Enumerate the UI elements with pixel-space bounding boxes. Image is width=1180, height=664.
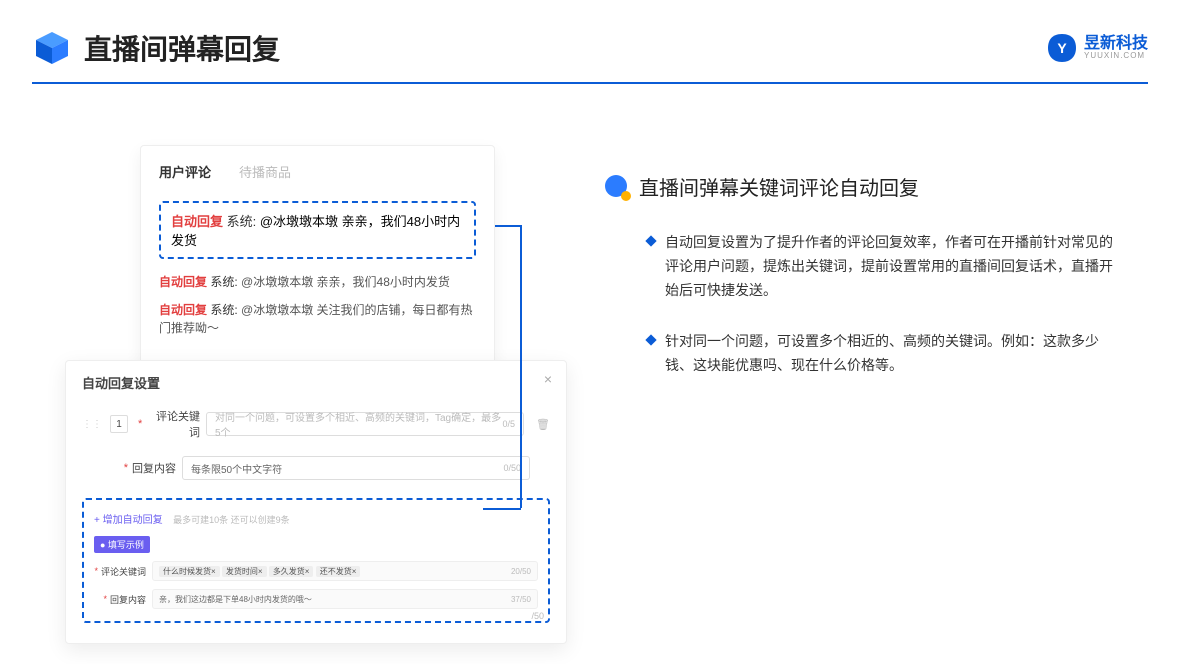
section-title: 直播间弹幕关键词评论自动回复 (639, 172, 919, 201)
connector (520, 225, 522, 508)
keyword-label: *评论关键词 (138, 408, 200, 440)
auto-reply-tag: 自动回复 (159, 275, 207, 289)
add-hint: 最多可建10条 还可以创建9条 (173, 515, 290, 525)
keyword-tag[interactable]: 发货时间× (222, 566, 267, 577)
bullet-text: 自动回复设置为了提升作者的评论回复效率，作者可在开播前针对常见的评论用户问题，提… (665, 231, 1125, 302)
content-placeholder: 每条限50个中文字符 (191, 461, 282, 476)
required-star: * (124, 462, 128, 474)
bullet-item: 自动回复设置为了提升作者的评论回复效率，作者可在开播前针对常见的评论用户问题，提… (605, 231, 1125, 302)
highlighted-reply: 自动回复 系统: @冰墩墩本墩 亲亲，我们48小时内发货 (159, 201, 476, 259)
system-tag: 系统: (207, 303, 241, 317)
ex-keyword-count: 20/50 (511, 567, 531, 576)
system-tag: 系统: (223, 214, 260, 229)
keyword-tag[interactable]: 多久发货× (269, 566, 314, 577)
delete-icon[interactable]: 🗑 (536, 418, 550, 431)
system-tag: 系统: (207, 275, 241, 289)
connector (483, 508, 521, 510)
ex-content-count: 37/50 (511, 595, 531, 604)
content-input[interactable]: 每条限50个中文字符 0/50 (182, 456, 530, 480)
bullet-dot-icon (605, 175, 629, 199)
example-keyword-row: *评论关键词 什么时候发货× 发货时间× 多久发货× 还不发货× 20/50 (94, 561, 538, 581)
required-star: * (94, 566, 98, 576)
reply-text: @冰墩墩本墩 亲亲，我们48小时内发货 (241, 275, 450, 289)
drag-handle-icon[interactable]: ⋮⋮ (82, 419, 102, 430)
example-content-row: *回复内容 亲，我们这边都是下单48小时内发货的哦～ 37/50 (94, 589, 538, 609)
required-star: * (138, 418, 142, 430)
reply-item: 自动回复 系统: @冰墩墩本墩 关注我们的店铺，每日都有热门推荐呦～ (159, 301, 476, 337)
brand-text: 昱新科技 YUUXIN.COM (1084, 36, 1148, 60)
auto-reply-tag: 自动回复 (171, 214, 223, 229)
trailing-count: /50 (531, 611, 544, 621)
diamond-icon (645, 335, 656, 346)
comment-tabs: 用户评论 待播商品 (159, 162, 476, 191)
sequence-number: 1 (110, 415, 128, 433)
brand-en: YUUXIN.COM (1084, 52, 1148, 60)
section-head: 直播间弹幕关键词评论自动回复 (605, 172, 1125, 201)
comment-panel: 用户评论 待播商品 自动回复 系统: @冰墩墩本墩 亲亲，我们48小时内发货 自… (140, 145, 495, 372)
keyword-tag[interactable]: 什么时候发货× (159, 566, 220, 577)
add-reply-link[interactable]: + 增加自动回复 (94, 511, 163, 526)
header-rule (32, 82, 1148, 84)
ex-keyword-input[interactable]: 什么时候发货× 发货时间× 多久发货× 还不发货× 20/50 (152, 561, 538, 581)
close-icon[interactable]: × (544, 371, 552, 387)
keyword-placeholder: 对同一个问题，可设置多个相近、高频的关键词，Tag确定，最多5个 (215, 409, 503, 439)
ex-content-input[interactable]: 亲，我们这边都是下单48小时内发货的哦～ 37/50 (152, 589, 538, 609)
diamond-icon (645, 235, 656, 246)
settings-panel: 自动回复设置 × ⋮⋮ 1 *评论关键词 对同一个问题，可设置多个相近、高频的关… (65, 360, 567, 644)
example-badge: ● 填写示例 (94, 536, 150, 553)
auto-reply-tag: 自动回复 (159, 303, 207, 317)
cube-icon (32, 28, 72, 68)
svg-text:Y: Y (1057, 40, 1067, 56)
keyword-count: 0/5 (503, 419, 516, 429)
required-star: * (103, 594, 107, 604)
right-section: 直播间弹幕关键词评论自动回复 自动回复设置为了提升作者的评论回复效率，作者可在开… (605, 172, 1125, 406)
header: 直播间弹幕回复 Y 昱新科技 YUUXIN.COM (32, 28, 1148, 68)
bullet-text: 针对同一个问题，可设置多个相近的、高频的关键词。例如：这款多少钱、这块能优惠吗、… (665, 330, 1125, 378)
reply-item: 自动回复 系统: @冰墩墩本墩 亲亲，我们48小时内发货 (159, 273, 476, 291)
keyword-input[interactable]: 对同一个问题，可设置多个相近、高频的关键词，Tag确定，最多5个 0/5 (206, 412, 524, 436)
brand: Y 昱新科技 YUUXIN.COM (1046, 32, 1148, 64)
settings-title: 自动回复设置 (82, 373, 550, 392)
page-title: 直播间弹幕回复 (84, 28, 280, 68)
ex-content-label: *回复内容 (94, 593, 146, 606)
content-count: 0/50 (503, 463, 521, 473)
brand-icon: Y (1046, 32, 1078, 64)
header-left: 直播间弹幕回复 (32, 28, 280, 68)
keyword-tag[interactable]: 还不发货× (316, 566, 361, 577)
form-row-keyword: ⋮⋮ 1 *评论关键词 对同一个问题，可设置多个相近、高频的关键词，Tag确定，… (82, 408, 550, 440)
brand-cn: 昱新科技 (1084, 36, 1148, 52)
tab-pending-goods[interactable]: 待播商品 (239, 162, 291, 181)
ex-keyword-label: *评论关键词 (94, 565, 146, 578)
tab-user-comments[interactable]: 用户评论 (159, 162, 211, 181)
form-row-content: *回复内容 每条限50个中文字符 0/50 (82, 456, 550, 480)
connector (495, 225, 521, 227)
ex-content-text: 亲，我们这边都是下单48小时内发货的哦～ (159, 594, 312, 605)
content-label: *回复内容 (114, 460, 176, 476)
bullet-item: 针对同一个问题，可设置多个相近的、高频的关键词。例如：这款多少钱、这块能优惠吗、… (605, 330, 1125, 378)
example-block: + 增加自动回复 最多可建10条 还可以创建9条 ● 填写示例 *评论关键词 什… (82, 498, 550, 623)
